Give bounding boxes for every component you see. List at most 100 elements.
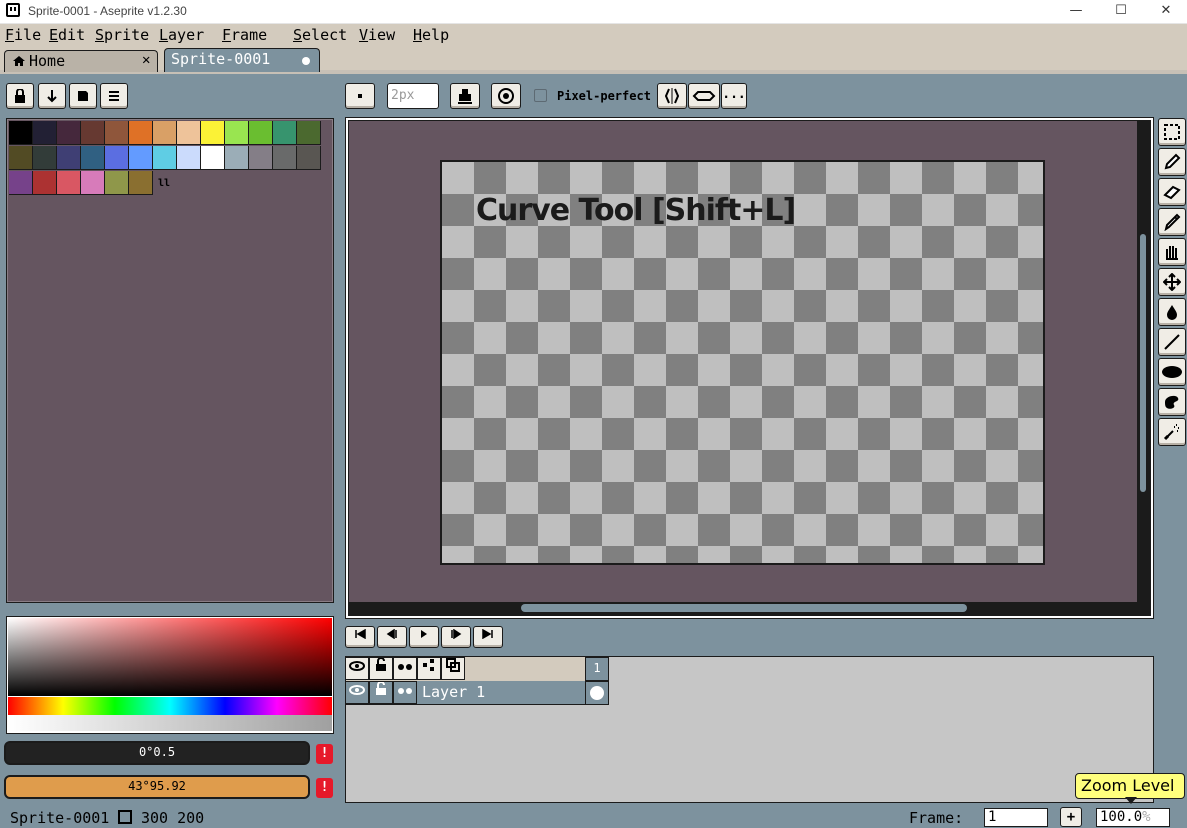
palette-swatch[interactable]	[9, 146, 33, 170]
frame-input[interactable]: 1	[984, 808, 1048, 827]
last-frame-button[interactable]	[473, 626, 503, 648]
fg-warning-icon[interactable]: !	[316, 744, 333, 764]
menu-sprite[interactable]: Sprite	[95, 26, 149, 44]
tab-sprite[interactable]: Sprite-0001	[164, 48, 320, 72]
palette-swatch[interactable]	[153, 146, 177, 170]
menu-select[interactable]: Select	[293, 26, 347, 44]
close-tab-icon[interactable]: ✕	[142, 52, 150, 68]
palette-swatch[interactable]	[297, 146, 321, 170]
menu-layer[interactable]: Layer	[159, 26, 204, 44]
tool-contour[interactable]	[1158, 388, 1186, 416]
palette-swatch[interactable]	[81, 171, 105, 195]
layer-continuous-toggle[interactable]	[393, 681, 417, 704]
close-window-button[interactable]: ✕	[1143, 0, 1187, 24]
palette-swatch[interactable]	[129, 146, 153, 170]
toggle-continuous-header-icon[interactable]	[393, 657, 417, 680]
palette-swatch[interactable]	[297, 121, 321, 145]
palette-swatch[interactable]	[57, 121, 81, 145]
menu-view[interactable]: View	[359, 26, 395, 44]
palette-swatch[interactable]	[105, 171, 129, 195]
maximize-button[interactable]: ☐	[1098, 0, 1144, 24]
palette-swatch[interactable]	[57, 146, 81, 170]
layer-name[interactable]: Layer 1	[422, 683, 485, 701]
palette-swatch[interactable]	[273, 146, 297, 170]
horizontal-scrollbar[interactable]	[521, 604, 967, 612]
bg-warning-icon[interactable]: !	[316, 778, 333, 798]
toggle-lock-header-icon[interactable]	[369, 657, 393, 680]
foreground-color-button[interactable]: 0°0.5	[4, 741, 310, 765]
ink-type-button[interactable]	[450, 83, 480, 109]
tool-spray[interactable]	[1158, 418, 1186, 446]
alpha-slider[interactable]	[8, 715, 332, 731]
play-button[interactable]	[409, 626, 439, 648]
palette-swatch[interactable]	[225, 121, 249, 145]
palette-resize-grip-icon[interactable]: ll	[158, 178, 170, 189]
palette-swatch[interactable]	[33, 171, 57, 195]
palette-swatch[interactable]	[177, 121, 201, 145]
symmetry-button[interactable]	[657, 83, 687, 109]
zoom-input[interactable]: 100.0%	[1096, 808, 1170, 827]
saturation-value-area[interactable]	[8, 618, 332, 696]
palette-presets-button[interactable]	[69, 83, 97, 109]
menu-frame[interactable]: Frame	[222, 26, 267, 44]
palette-swatch[interactable]	[249, 146, 273, 170]
menu-help[interactable]: Help	[413, 26, 449, 44]
palette-swatch[interactable]	[9, 171, 33, 195]
hue-slider[interactable]	[8, 697, 332, 715]
frame-header[interactable]: 1	[585, 657, 609, 681]
first-frame-button[interactable]	[345, 626, 375, 648]
palette-swatch[interactable]	[177, 146, 201, 170]
tool-move[interactable]	[1158, 268, 1186, 296]
layer-group-header-icon[interactable]	[417, 657, 441, 680]
palette-swatch[interactable]	[105, 146, 129, 170]
tool-eraser[interactable]	[1158, 178, 1186, 206]
next-frame-button[interactable]	[441, 626, 471, 648]
palette-swatch[interactable]	[273, 121, 297, 145]
layer-lock-toggle[interactable]	[369, 681, 393, 704]
palette-sort-button[interactable]	[38, 83, 66, 109]
layer-tree-icon	[423, 659, 434, 671]
tool-eyedropper[interactable]	[1158, 208, 1186, 236]
pixel-perfect-checkbox[interactable]	[534, 89, 547, 102]
palette-swatch[interactable]	[225, 146, 249, 170]
color-spectrum[interactable]	[6, 616, 334, 734]
curve-options-button[interactable]	[688, 83, 720, 109]
palette-swatch[interactable]	[249, 121, 273, 145]
palette-swatch[interactable]	[81, 121, 105, 145]
brush-type-button[interactable]	[345, 83, 375, 109]
menu-edit[interactable]: Edit	[49, 26, 85, 44]
tool-hand[interactable]	[1158, 238, 1186, 266]
palette-swatch[interactable]	[105, 121, 129, 145]
opacity-button[interactable]	[491, 83, 521, 109]
palette-options-button[interactable]	[100, 83, 128, 109]
palette-swatch[interactable]	[201, 121, 225, 145]
tool-paint-bucket[interactable]	[1158, 298, 1186, 326]
palette-swatch[interactable]	[57, 171, 81, 195]
background-color-button[interactable]: 43°95.92	[4, 775, 310, 799]
tool-line[interactable]	[1158, 328, 1186, 356]
palette-swatch[interactable]	[201, 146, 225, 170]
more-options-button[interactable]: ...	[721, 83, 747, 109]
toggle-visibility-header-icon[interactable]	[345, 657, 369, 680]
palette-swatch[interactable]	[9, 121, 33, 145]
previous-frame-button[interactable]	[377, 626, 407, 648]
palette-swatch[interactable]	[129, 171, 153, 195]
onion-skin-header-icon[interactable]	[441, 657, 465, 680]
palette-swatch[interactable]	[33, 121, 57, 145]
layer-visibility-toggle[interactable]	[345, 681, 369, 704]
lock-palette-button[interactable]	[6, 83, 34, 109]
tool-ellipse[interactable]	[1158, 358, 1186, 386]
palette-swatch[interactable]	[81, 146, 105, 170]
add-frame-button[interactable]: +	[1060, 807, 1082, 827]
palette-swatch[interactable]	[33, 146, 57, 170]
vertical-scrollbar[interactable]	[1140, 234, 1146, 492]
minimize-button[interactable]: —	[1053, 0, 1099, 24]
menu-file[interactable]: File	[5, 26, 41, 44]
layer-cel[interactable]	[585, 681, 609, 705]
palette-swatch[interactable]	[129, 121, 153, 145]
tool-pencil[interactable]	[1158, 148, 1186, 176]
brush-size-input[interactable]: 2px	[387, 83, 439, 109]
palette-swatch[interactable]	[153, 121, 177, 145]
tab-home[interactable]: Home ✕	[4, 50, 158, 72]
tool-marquee[interactable]	[1158, 118, 1186, 146]
